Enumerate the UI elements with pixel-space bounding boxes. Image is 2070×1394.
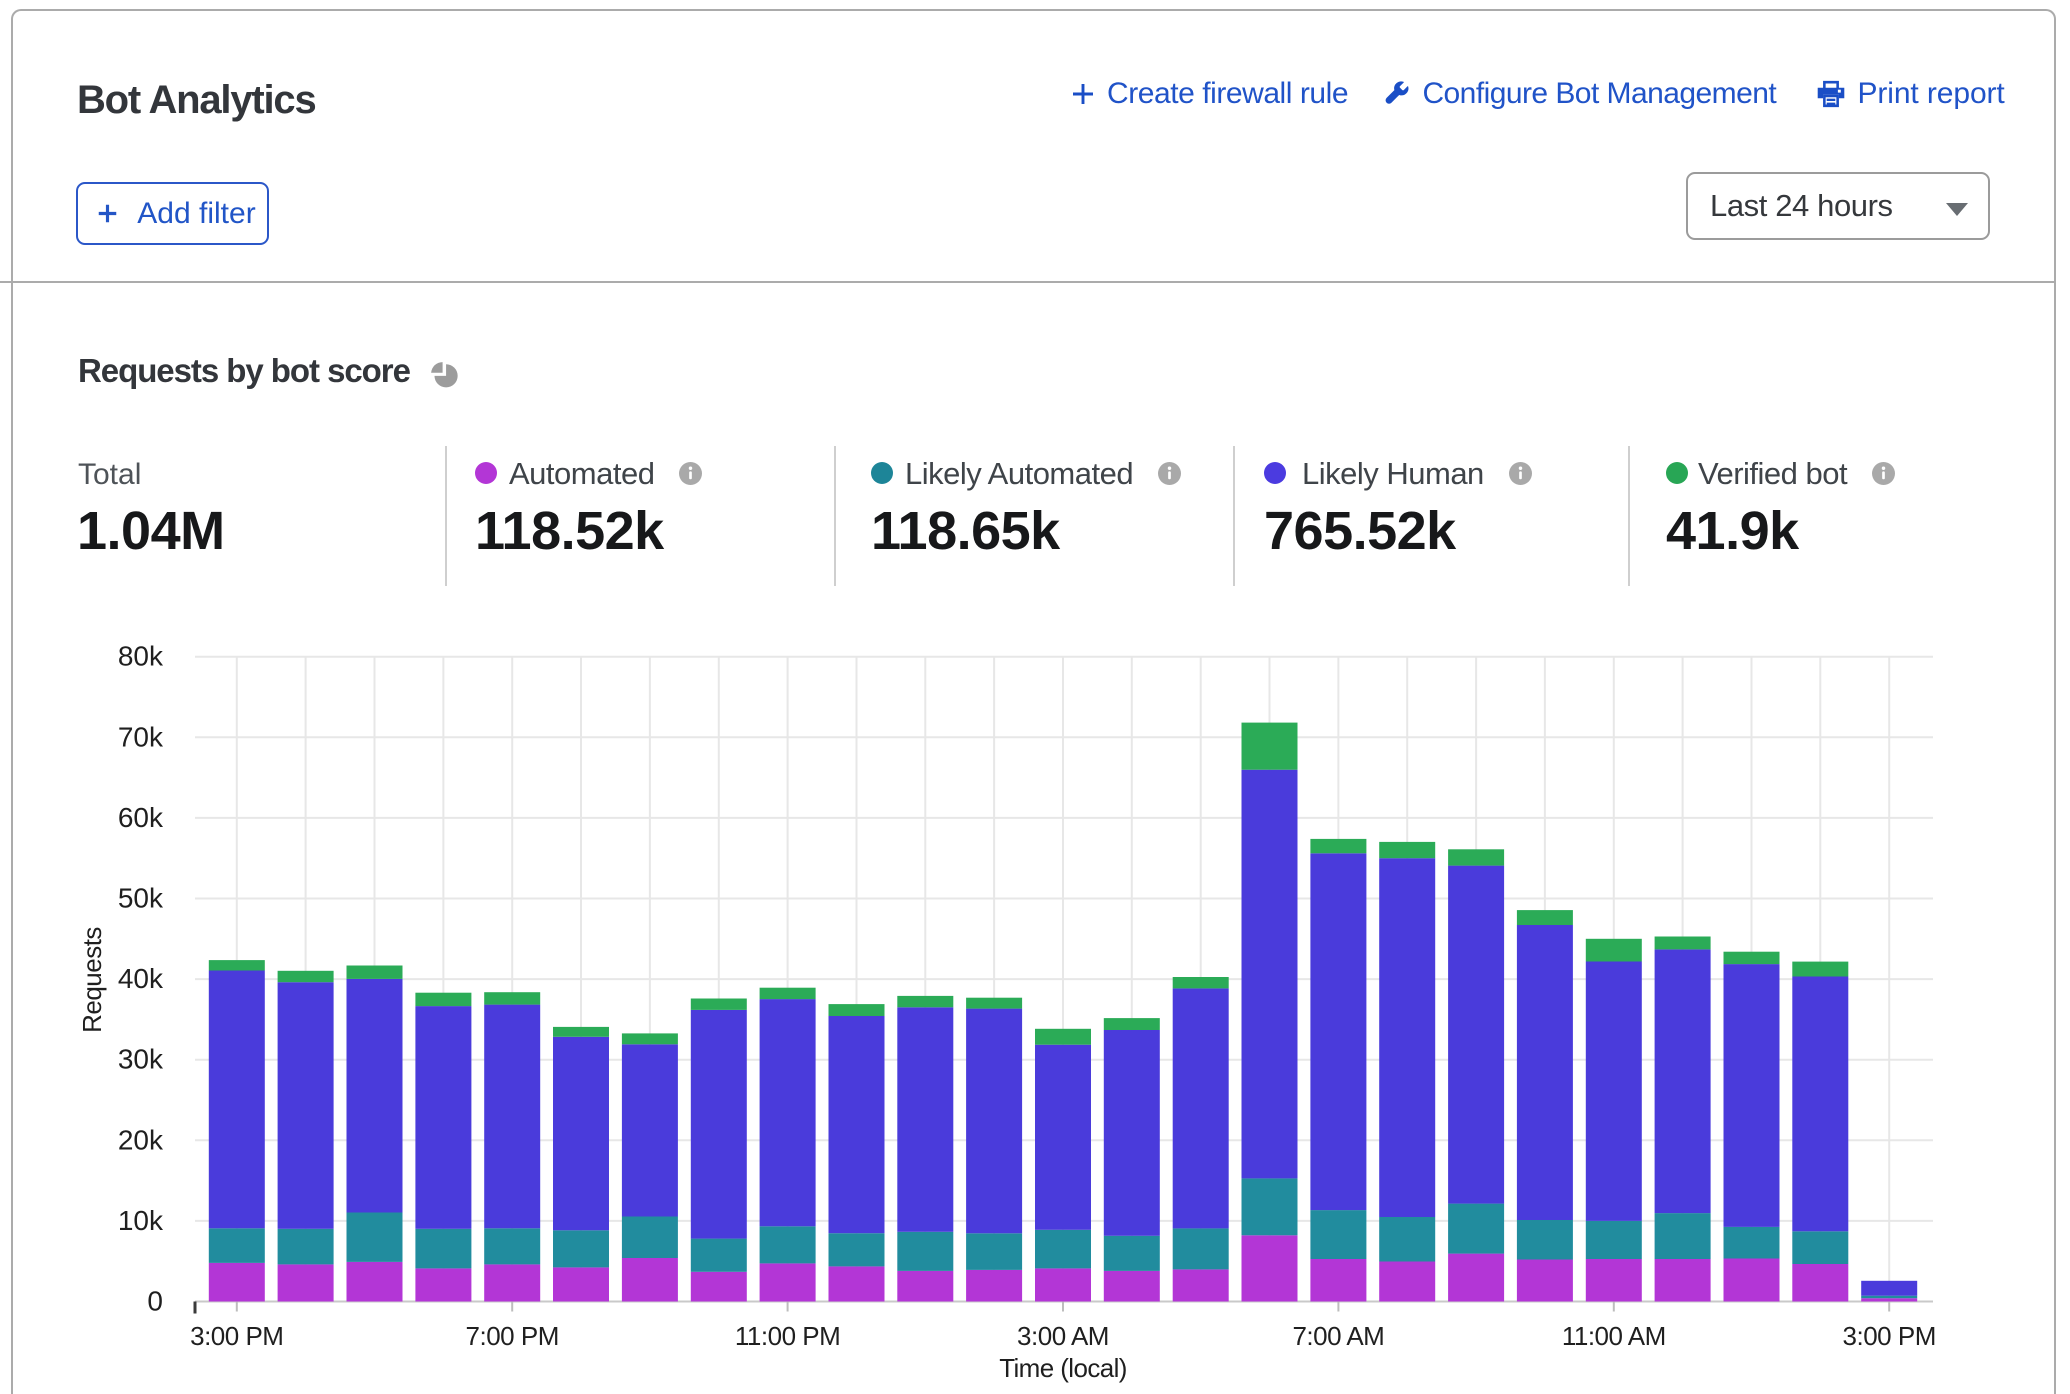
svg-text:7:00 AM: 7:00 AM xyxy=(1292,1321,1384,1351)
svg-text:20k: 20k xyxy=(118,1124,164,1155)
svg-text:70k: 70k xyxy=(118,721,164,752)
svg-text:Requests: Requests xyxy=(77,927,107,1033)
svg-text:30k: 30k xyxy=(118,1044,164,1075)
svg-text:11:00 PM: 11:00 PM xyxy=(735,1321,840,1351)
svg-text:80k: 80k xyxy=(118,641,164,672)
svg-text:3:00 AM: 3:00 AM xyxy=(1017,1321,1109,1351)
svg-text:50k: 50k xyxy=(118,883,164,914)
svg-text:60k: 60k xyxy=(118,802,164,833)
svg-text:40k: 40k xyxy=(118,963,164,994)
svg-text:10k: 10k xyxy=(118,1205,164,1236)
svg-text:0: 0 xyxy=(147,1286,163,1317)
svg-text:7:00 PM: 7:00 PM xyxy=(466,1321,559,1351)
svg-text:11:00 AM: 11:00 AM xyxy=(1562,1321,1666,1351)
svg-text:3:00 PM: 3:00 PM xyxy=(190,1321,283,1351)
svg-text:3:00 PM: 3:00 PM xyxy=(1843,1321,1936,1351)
svg-text:Time (local): Time (local) xyxy=(999,1353,1127,1383)
